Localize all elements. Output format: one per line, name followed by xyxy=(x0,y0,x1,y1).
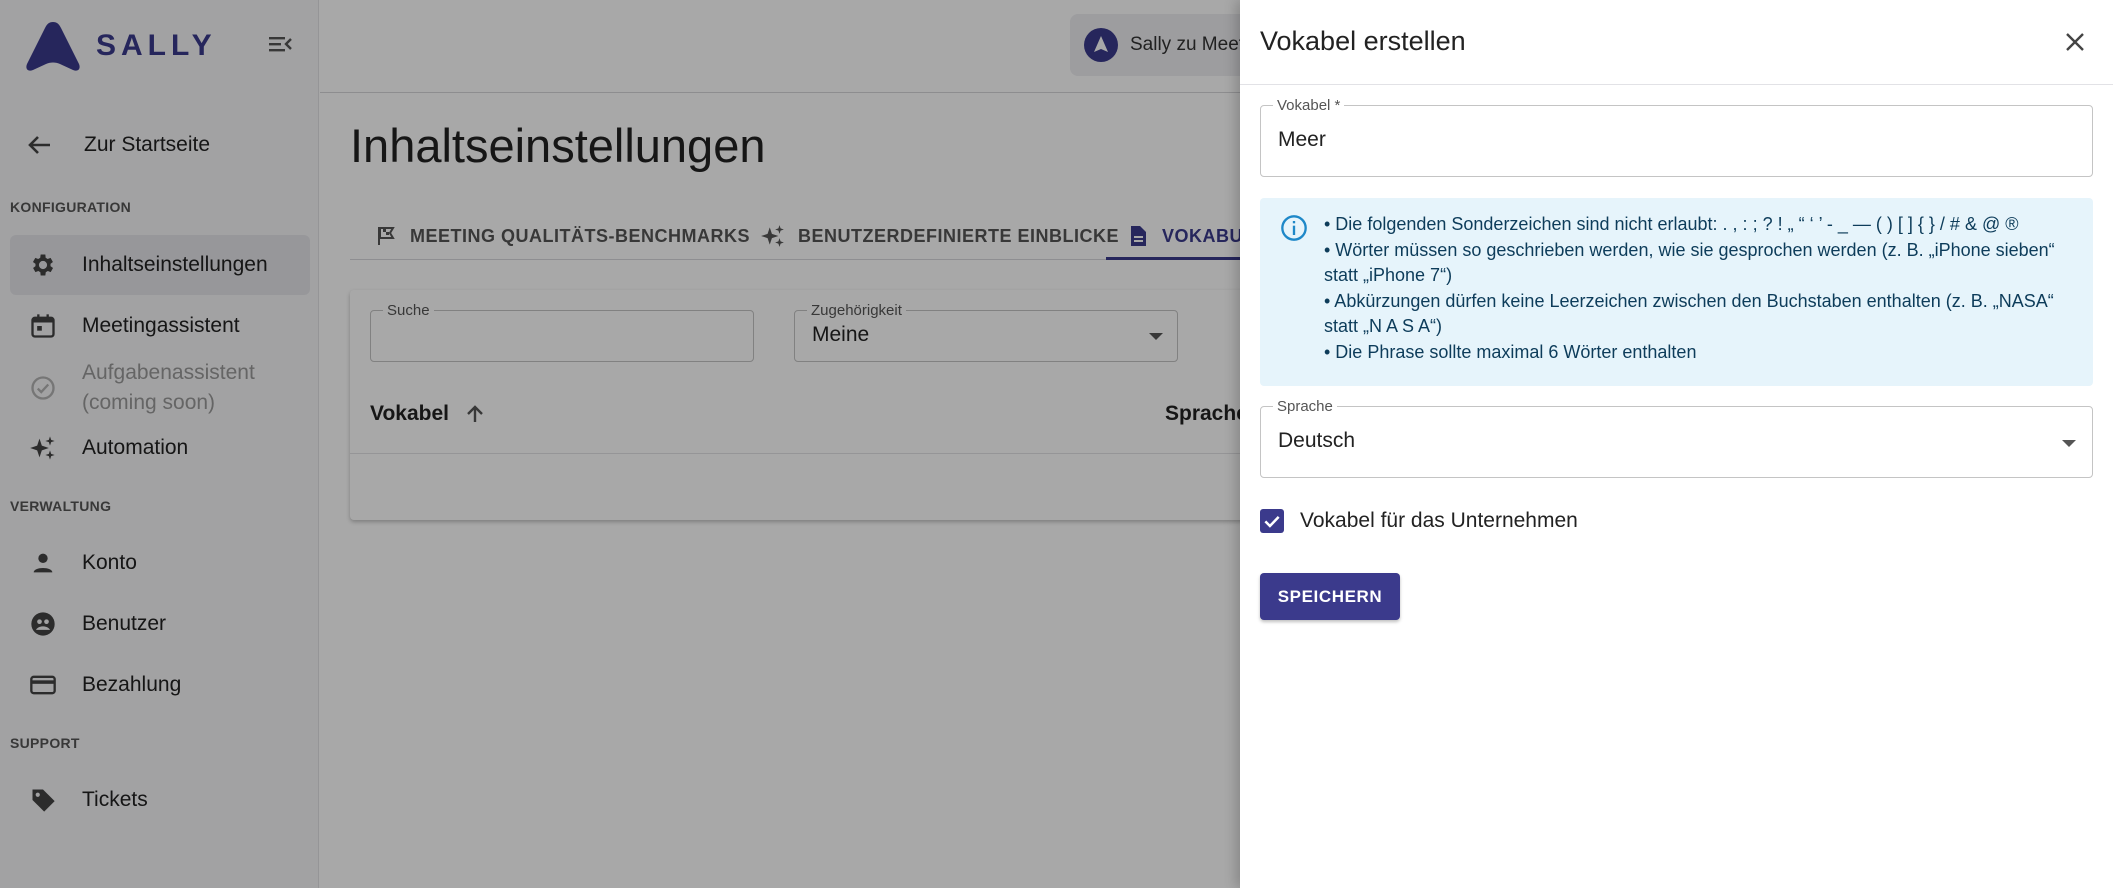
drawer-header-divider xyxy=(1240,84,2113,85)
checkmark-icon xyxy=(1264,515,1280,528)
vocabulary-input[interactable]: Vokabel * Meer xyxy=(1260,97,2093,177)
info-icon xyxy=(1281,215,1307,241)
company-vocabulary-checkbox-row[interactable]: Vokabel für das Unternehmen xyxy=(1260,509,1578,533)
info-line: • Abkürzungen dürfen keine Leerzeichen z… xyxy=(1324,290,2054,311)
info-line: statt „iPhone 7“) xyxy=(1324,265,1453,285)
info-line: • Wörter müssen so geschrieben werden, w… xyxy=(1324,239,2055,260)
company-vocabulary-label: Vokabel für das Unternehmen xyxy=(1300,509,1578,532)
close-icon xyxy=(2066,33,2084,51)
vocabulary-label: Vokabel * xyxy=(1273,97,1345,114)
drawer-title: Vokabel erstellen xyxy=(1260,26,1466,56)
info-line: statt „N A S A“) xyxy=(1324,316,1443,336)
modal-backdrop[interactable] xyxy=(0,0,1240,888)
info-line: • Die Phrase sollte maximal 6 Wörter ent… xyxy=(1324,341,1697,362)
language-select[interactable]: Sprache Deutsch xyxy=(1260,398,2093,478)
info-line: • Die folgenden Sonderzeichen sind nicht… xyxy=(1324,214,2019,234)
save-button[interactable]: SPEICHERN xyxy=(1260,573,1400,620)
caret-down-icon xyxy=(2062,440,2076,447)
create-vocabulary-drawer: Vokabel erstellen Vokabel * Meer • Die f… xyxy=(1240,0,2113,888)
info-alert: • Die folgenden Sonderzeichen sind nicht… xyxy=(1260,198,2093,386)
info-text: • Die folgenden Sonderzeichen sind nicht… xyxy=(1324,212,2084,365)
language-label: Sprache xyxy=(1273,398,1337,415)
company-vocabulary-checkbox[interactable] xyxy=(1260,509,1284,533)
vocabulary-value: Meer xyxy=(1278,128,1326,151)
language-value: Deutsch xyxy=(1278,429,1356,452)
close-button[interactable] xyxy=(2055,22,2095,62)
